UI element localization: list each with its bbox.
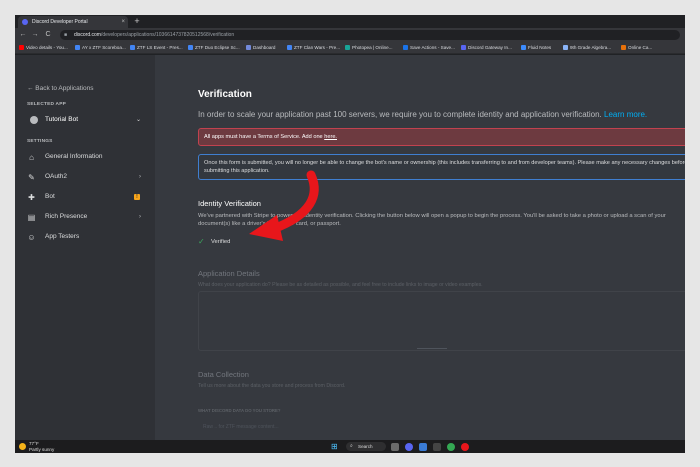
sidebar-item-rich-presence[interactable]: ▤ Rich Presence › [23,209,141,225]
app-selector[interactable]: Tutorial Bot ⌄ [27,113,141,127]
identity-verification-heading: Identity Verification [198,199,261,208]
sidebar-item-general-information[interactable]: ⌂ General Information [23,149,141,165]
bookmark-item[interactable]: Video details - You... [19,42,68,54]
discord-favicon-icon [22,19,28,25]
close-tab-icon[interactable]: × [121,16,125,28]
settings-sidebar: ← Back to Applications SELECTED APP Tuto… [15,55,155,453]
app-taskbar-icon[interactable] [461,443,469,451]
bookmark-item[interactable]: Fluid Notes [521,42,551,54]
bookmark-item[interactable]: 9th Grade Algebra... [563,42,611,54]
sidebar-item-label: App Testers [45,233,80,240]
data-collection-text: Tell us more about the data you store an… [198,383,346,389]
terminal-taskbar-icon[interactable] [433,443,441,451]
chrome-taskbar-icon[interactable] [447,443,455,451]
application-details-textarea [198,291,685,351]
bookmark-item[interactable]: Discord Gateway In... [461,42,512,54]
identity-verification-text: We've partnered with Stripe to power our… [198,213,666,227]
sidebar-item-label: General Information [45,153,103,160]
home-icon: ⌂ [29,153,34,162]
person-icon: ☺ [27,233,36,242]
data-option-checkbox: Raw .. for ZTF message content... [203,424,279,430]
browser-tab[interactable]: Discord Developer Portal × [18,16,128,28]
windows-taskbar: 77°F Partly sunny ⊞ ⌕ Search [15,440,685,453]
data-collection-heading: Data Collection [198,370,249,379]
back-arrow-icon[interactable]: ← [18,29,28,41]
bookmark-favicon-icon [621,45,626,50]
chevron-right-icon: › [139,214,141,220]
discord-taskbar-icon[interactable] [405,443,413,451]
sidebar-item-app-testers[interactable]: ☺ App Testers [23,229,141,245]
address-bar-row: ← → C ■ discord.com/developers/applicati… [15,28,685,42]
bookmark-favicon-icon [403,45,408,50]
windows-start-icon[interactable]: ⊞ [331,443,339,451]
sidebar-item-label: Rich Presence [45,213,88,220]
document-icon: ▤ [27,213,36,222]
sidebar-item-oauth2[interactable]: ✎ OAuth2 › [23,169,141,185]
bookmark-favicon-icon [188,45,193,50]
bookmark-item[interactable]: Dashboard [246,42,275,54]
bookmark-item[interactable]: ZTF LS Event - Pres... [130,42,183,54]
verified-status: ✓ Verified [198,237,231,246]
weather-widget[interactable]: 77°F Partly sunny [19,441,54,452]
back-to-applications-link[interactable]: ← Back to Applications [27,85,93,92]
url-host: discord.com [74,32,101,38]
settings-label: SETTINGS [27,139,53,144]
bookmark-favicon-icon [75,45,80,50]
sidebar-item-label: Bot [45,193,55,200]
learn-more-link[interactable]: Learn more. [604,110,647,119]
sun-icon [19,443,26,450]
folder-taskbar-icon[interactable] [419,443,427,451]
search-icon: ⌕ [350,443,353,449]
lock-icon: ■ [64,32,68,38]
bookmark-favicon-icon [461,45,466,50]
bookmark-favicon-icon [287,45,292,50]
sidebar-item-label: OAuth2 [45,173,68,180]
bookmark-favicon-icon [563,45,568,50]
screenshot-frame: Discord Developer Portal × + ← → C ■ dis… [15,15,685,453]
bookmark-item[interactable]: Online Ca... [621,42,652,54]
url-path: /developers/applications/103661473782051… [100,32,235,38]
divider [417,348,447,349]
add-terms-link[interactable]: here. [324,134,337,140]
bookmark-favicon-icon [19,45,24,50]
reload-icon[interactable]: C [43,29,53,41]
bookmark-favicon-icon [130,45,135,50]
taskbar-search[interactable]: ⌕ Search [346,442,386,451]
puzzle-icon: ✚ [28,193,35,202]
sidebar-item-bot[interactable]: ✚ Bot! [23,189,141,205]
warning-icon: ! [134,194,140,200]
data-question-label: WHAT DISCORD DATA DO YOU STORE? [198,408,281,413]
chevron-right-icon: › [139,174,141,180]
forward-arrow-icon[interactable]: → [30,29,40,41]
bookmark-favicon-icon [521,45,526,50]
app-name: Tutorial Bot [45,116,78,123]
weather-desc: Partly sunny [29,446,55,452]
selected-app-label: SELECTED APP [27,102,67,107]
bookmark-item[interactable]: AY x ZTF Scoreboa... [75,42,126,54]
bookmark-favicon-icon [246,45,251,50]
url-field[interactable]: ■ discord.com/developers/applications/10… [60,30,680,40]
application-details-text: What does your application do? Please be… [198,282,483,288]
chevron-down-icon: ⌄ [135,117,141,123]
bookmark-item[interactable]: Save Actions - Save... [403,42,455,54]
intro-text: In order to scale your application past … [198,110,648,119]
tab-title: Discord Developer Portal [32,19,88,25]
terms-alert: All apps must have a Terms of Service. A… [198,128,685,146]
bookmarks-bar: Video details - You... AY x ZTF Scoreboa.… [15,42,685,54]
browser-tab-bar: Discord Developer Portal × + [15,15,685,28]
new-tab-button[interactable]: + [132,16,142,26]
application-details-heading: Application Details [198,269,260,278]
task-view-icon[interactable] [391,443,399,451]
bookmark-item[interactable]: Photopea | Online... [345,42,393,54]
bookmark-item[interactable]: ZTF Duo Eclipse Sc... [188,42,240,54]
submission-notice: Once this form is submitted, you will no… [198,154,685,180]
app-avatar [30,116,38,124]
checkmark-icon: ✓ [198,237,205,246]
page-title: Verification [198,89,252,100]
main-content: Verification In order to scale your appl… [155,55,685,453]
bookmark-item[interactable]: ZTF Clan Wars - Pre... [287,42,340,54]
wrench-icon: ✎ [28,173,35,182]
bookmark-favicon-icon [345,45,350,50]
